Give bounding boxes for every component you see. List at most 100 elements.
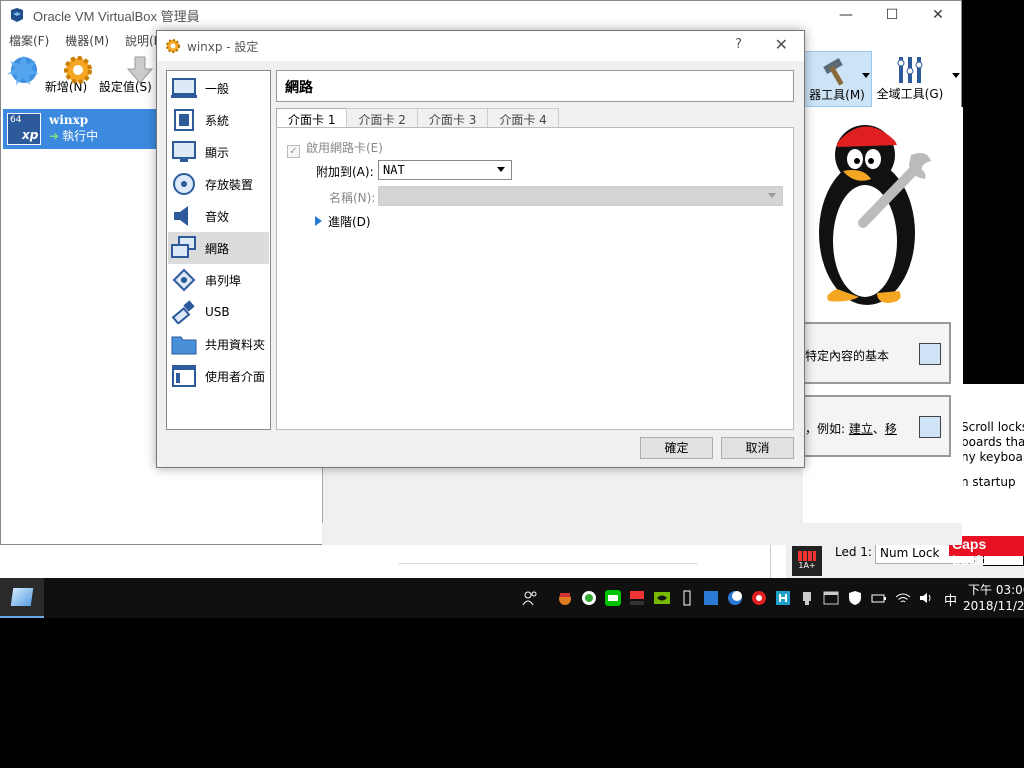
category-general[interactable]: 一般 <box>168 72 269 104</box>
network-icon <box>171 236 196 258</box>
title-bar: Oracle VM VirtualBox 管理員 <box>1 1 961 29</box>
global-tools-icon <box>897 57 923 83</box>
category-label: 音效 <box>205 209 230 224</box>
category-user-interface[interactable]: 使用者介面 <box>168 360 269 392</box>
card-prefix: ，例如: <box>805 422 849 436</box>
chevron-down-icon <box>497 167 505 172</box>
snapshot-icon <box>919 416 941 438</box>
usb-device-icon[interactable] <box>679 590 695 606</box>
help-button[interactable]: ? <box>735 37 742 52</box>
user-interface-icon <box>172 365 196 387</box>
running-arrow-icon: ➜ <box>49 129 60 143</box>
tools-info-card-1[interactable]: 特定內容的基本 <box>801 322 951 384</box>
wifi-icon[interactable] <box>895 590 911 606</box>
tray-circle-icon[interactable] <box>581 590 597 606</box>
tray-red-icon[interactable] <box>751 590 767 606</box>
attached-to-select[interactable]: NAT <box>378 160 512 180</box>
dialog-close-button[interactable]: ✕ <box>775 35 788 54</box>
led-icon-text: 1A+ <box>798 561 816 570</box>
category-storage[interactable]: 存放裝置 <box>168 168 269 200</box>
main-bottom-area <box>322 523 962 545</box>
machine-tools-button[interactable]: 器工具(M) <box>802 51 872 107</box>
create-link[interactable]: 建立 <box>849 422 873 436</box>
category-label: 顯示 <box>205 145 230 160</box>
minimize-button[interactable]: — <box>823 1 869 29</box>
gear-icon <box>64 56 92 84</box>
tray-h-icon[interactable] <box>775 590 791 606</box>
taskbar-app-button[interactable] <box>0 578 44 618</box>
category-display[interactable]: 顯示 <box>168 136 269 168</box>
ok-button[interactable]: 確定 <box>640 437 713 459</box>
nvidia-icon[interactable] <box>654 590 670 606</box>
settings-gear-icon <box>166 39 180 53</box>
clock-time[interactable]: 下午 03:06 <box>968 581 1024 598</box>
monitor-icon <box>919 343 941 365</box>
settings-category-list: 一般 系統 顯示 存放裝置 音效 網路 串列埠 USB 共用資料夾 使用者介面 <box>166 70 271 430</box>
dialog-body: 一般 系統 顯示 存放裝置 音效 網路 串列埠 USB 共用資料夾 使用者介面 … <box>166 70 795 430</box>
menu-machine[interactable]: 機器(M) <box>65 32 109 49</box>
shared-folder-icon <box>171 336 197 355</box>
tray-app-icon[interactable] <box>557 590 573 606</box>
tray-blue-icon[interactable] <box>703 590 719 606</box>
people-icon[interactable] <box>522 590 538 606</box>
background-fragment <box>398 544 698 564</box>
advanced-toggle[interactable]: 進階(D) <box>315 213 371 230</box>
name-label: 名稱(N): <box>329 191 376 205</box>
general-icon <box>171 78 197 98</box>
clock-date[interactable]: 2018/11/28 <box>963 599 1024 613</box>
category-label: 網路 <box>205 241 230 256</box>
app-icon <box>10 588 34 606</box>
storage-icon <box>173 173 195 195</box>
tray-moon-icon[interactable] <box>727 590 743 606</box>
battery-icon[interactable] <box>871 590 887 606</box>
card-sep: 、 <box>872 422 885 436</box>
global-tools-dropdown-arrow[interactable] <box>952 73 960 78</box>
doc-line: boards that h <box>961 435 1024 449</box>
ime-indicator[interactable]: 中 <box>944 590 957 609</box>
global-tools-button[interactable]: 全域工具(G) <box>875 51 945 107</box>
window-controls: — ☐ ✕ <box>823 1 961 29</box>
display-icon <box>172 141 196 162</box>
tools-info-card-2[interactable]: ，例如: 建立、移 <box>801 395 951 457</box>
category-shared-folders[interactable]: 共用資料夾 <box>168 328 269 360</box>
discard-arrow-icon <box>126 56 154 84</box>
global-tools-label: 全域工具(G) <box>876 87 944 101</box>
vm-item-winxp[interactable]: 64 xp winxp ➜ 執行中 <box>3 109 159 149</box>
tray-window-icon[interactable] <box>823 590 839 606</box>
settings-dialog: winxp - 設定 ? ✕ 一般 系統 顯示 存放裝置 音效 網路 串列埠 U… <box>156 30 805 468</box>
new-icon <box>7 55 39 85</box>
maximize-button[interactable]: ☐ <box>869 1 915 29</box>
security-shield-icon[interactable] <box>847 590 863 606</box>
name-select[interactable] <box>378 186 783 206</box>
tab-adapter-2[interactable]: 介面卡 2 <box>346 108 418 128</box>
menu-file[interactable]: 檔案(F) <box>9 32 49 49</box>
category-serial-port[interactable]: 串列埠 <box>168 264 269 296</box>
enable-adapter-label: 啟用網路卡(E) <box>306 141 383 155</box>
background-strip <box>0 544 770 578</box>
close-button[interactable]: ✕ <box>915 1 961 29</box>
page-title: 網路 <box>276 70 794 102</box>
tray-plug-icon[interactable] <box>799 590 815 606</box>
tab-adapter-4[interactable]: 介面卡 4 <box>487 108 559 128</box>
card-text-2: ，例如: 建立、移 <box>805 420 897 437</box>
volume-icon[interactable] <box>918 590 934 606</box>
adapter-panel: ✓ 啟用網路卡(E) 附加到(A): NAT 名稱(N): 進階(D) <box>276 127 794 430</box>
window-title: Oracle VM VirtualBox 管理員 <box>33 8 200 24</box>
tab-adapter-1[interactable]: 介面卡 1 <box>276 108 348 129</box>
category-network[interactable]: 網路 <box>168 232 269 264</box>
move-link[interactable]: 移 <box>885 422 897 436</box>
category-usb[interactable]: USB <box>168 296 269 328</box>
category-system[interactable]: 系統 <box>168 104 269 136</box>
penguin-mascot-icon <box>819 125 931 305</box>
category-audio[interactable]: 音效 <box>168 200 269 232</box>
tab-adapter-3[interactable]: 介面卡 3 <box>416 108 489 128</box>
cancel-button[interactable]: 取消 <box>721 437 794 459</box>
line-icon[interactable] <box>605 590 621 606</box>
enable-adapter-row: ✓ 啟用網路卡(E) <box>287 139 383 158</box>
machine-tools-dropdown-arrow[interactable] <box>862 73 870 78</box>
enable-adapter-checkbox[interactable]: ✓ <box>287 145 300 158</box>
vm-name: winxp <box>49 113 89 127</box>
category-label: 串列埠 <box>205 273 242 288</box>
vm-list: 64 xp winxp ➜ 執行中 <box>1 107 159 543</box>
keyboard-led-icon[interactable] <box>629 590 645 606</box>
